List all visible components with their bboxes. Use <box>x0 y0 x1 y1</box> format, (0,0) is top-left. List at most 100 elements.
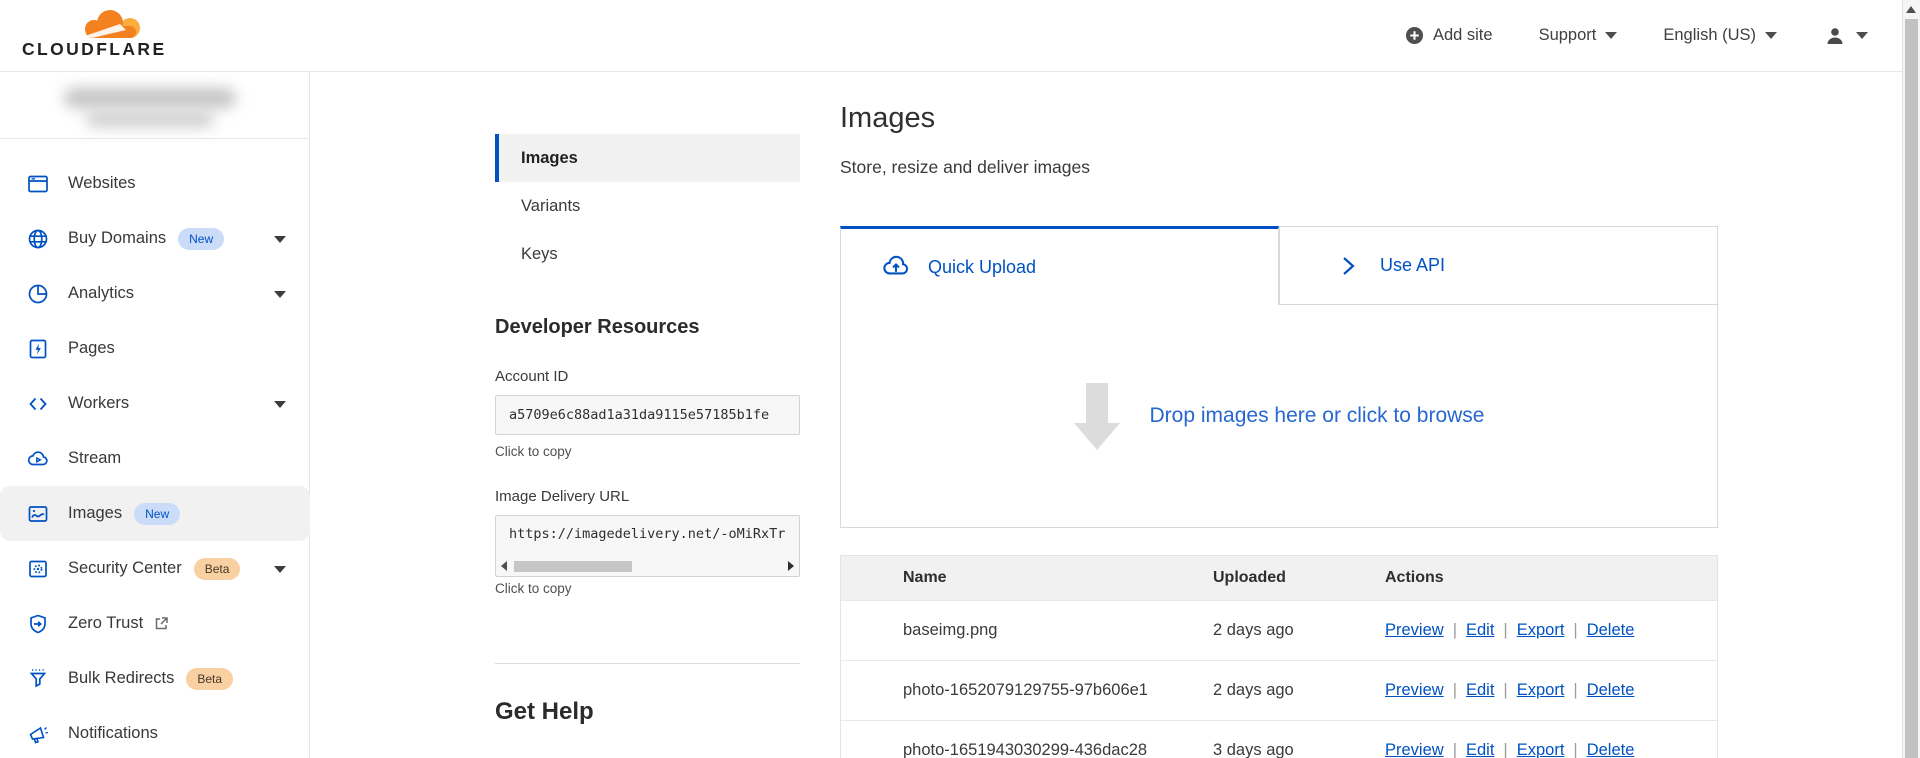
sidebar-item-security-center[interactable]: Security Center Beta <box>0 541 310 596</box>
subnav-list: Images Variants Keys <box>495 134 800 278</box>
image-name: photo-1651943030299-436dac28 <box>903 741 1148 758</box>
export-link[interactable]: Export <box>1517 621 1565 639</box>
table-header: Name Uploaded Actions <box>841 556 1717 600</box>
tab-label: Use API <box>1380 255 1446 275</box>
click-to-copy-hint[interactable]: Click to copy <box>495 581 572 596</box>
sidebar-item-analytics[interactable]: Analytics <box>0 266 310 321</box>
vault-icon <box>29 560 47 577</box>
tab-use-api[interactable]: Use API <box>1279 226 1718 305</box>
tab-label: Quick Upload <box>928 256 1037 277</box>
scroll-left-arrow-icon[interactable] <box>501 561 507 571</box>
subnav-item-keys[interactable]: Keys <box>495 230 800 278</box>
horizontal-scrollbar[interactable] <box>501 560 794 572</box>
sidebar-item-label: Buy Domains <box>68 229 167 247</box>
export-link[interactable]: Export <box>1517 741 1565 758</box>
subnav-item-images[interactable]: Images <box>495 134 800 182</box>
separator: | <box>1503 681 1508 699</box>
redaction-blur <box>64 88 236 108</box>
funnel-icon <box>29 668 47 687</box>
sidebar-item-label: Notifications <box>68 724 158 742</box>
get-help-heading: Get Help <box>495 698 594 725</box>
image-delivery-url-label: Image Delivery URL <box>495 488 630 505</box>
sidebar: Websites Buy Domains New Analytics Pages… <box>0 72 310 758</box>
preview-link[interactable]: Preview <box>1385 681 1444 699</box>
dropzone-text: Drop images here or click to browse <box>1149 404 1485 427</box>
sidebar-item-websites[interactable]: Websites <box>0 156 310 211</box>
separator: | <box>1573 621 1578 639</box>
delete-link[interactable]: Delete <box>1587 621 1635 639</box>
plus-circle-icon <box>1405 26 1424 45</box>
cloud-upload-icon <box>883 255 909 275</box>
images-table: Name Uploaded Actions baseimg.png 2 days… <box>840 555 1718 758</box>
delete-link[interactable]: Delete <box>1587 741 1635 758</box>
separator: | <box>1573 741 1578 758</box>
external-link-icon <box>155 617 168 630</box>
sidebar-item-images[interactable]: Images New <box>0 486 310 541</box>
separator: | <box>1452 621 1457 639</box>
chevron-down-icon[interactable] <box>274 400 286 408</box>
column-header-actions: Actions <box>1385 569 1444 586</box>
sidebar-item-zero-trust[interactable]: Zero Trust <box>0 596 310 651</box>
account-name-redacted[interactable] <box>52 84 262 134</box>
language-menu[interactable]: English (US) <box>1663 26 1777 45</box>
add-site-label: Add site <box>1432 26 1493 44</box>
table-row: photo-1651943030299-436dac28 3 days ago … <box>841 720 1717 758</box>
tab-quick-upload[interactable]: Quick Upload <box>840 226 1279 305</box>
delete-link[interactable]: Delete <box>1587 681 1635 699</box>
account-menu[interactable] <box>1823 24 1868 48</box>
sidebar-nav: Websites Buy Domains New Analytics Pages… <box>0 156 310 758</box>
scroll-right-arrow-icon[interactable] <box>788 561 794 571</box>
sidebar-item-label: Analytics <box>68 284 135 302</box>
chevron-right-icon <box>1343 256 1355 275</box>
sidebar-item-notifications[interactable]: Notifications <box>0 706 310 758</box>
sidebar-item-pages[interactable]: Pages <box>0 321 310 376</box>
cloud-play-icon <box>27 450 48 465</box>
scroll-up-arrow-icon[interactable] <box>1906 6 1916 13</box>
sidebar-item-label: Zero Trust <box>68 614 144 632</box>
separator: | <box>1503 621 1508 639</box>
cloudflare-logo[interactable]: CLOUDFLARE <box>22 6 172 65</box>
new-badge: New <box>178 227 225 250</box>
chevron-down-icon[interactable] <box>274 290 286 298</box>
scrollbar-thumb[interactable] <box>1905 19 1918 758</box>
vertical-scrollbar[interactable] <box>1902 0 1920 758</box>
image-delivery-url-value: https://imagedelivery.net/-oMiRxTr <box>509 526 786 542</box>
header-menu: Add site Support English (US) <box>1405 24 1868 48</box>
edit-link[interactable]: Edit <box>1466 681 1494 699</box>
beta-badge: Beta <box>193 557 241 580</box>
sidebar-item-bulk-redirects[interactable]: Bulk Redirects Beta <box>0 651 310 706</box>
chevron-down-icon[interactable] <box>274 565 286 573</box>
cloudflare-wordmark: CLOUDFLARE <box>22 39 167 59</box>
edit-link[interactable]: Edit <box>1466 621 1494 639</box>
export-link[interactable]: Export <box>1517 681 1565 699</box>
support-menu[interactable]: Support <box>1539 26 1618 45</box>
preview-link[interactable]: Preview <box>1385 741 1444 758</box>
subnav-item-variants[interactable]: Variants <box>495 182 800 230</box>
upload-tabs: Quick Upload Use API <box>840 226 1718 305</box>
uploaded-time: 2 days ago <box>1213 621 1294 639</box>
uploaded-time: 3 days ago <box>1213 741 1294 758</box>
user-icon <box>1827 27 1843 44</box>
scrollbar-thumb[interactable] <box>514 560 632 572</box>
browser-window-icon <box>28 175 48 192</box>
image-delivery-url-box[interactable]: https://imagedelivery.net/-oMiRxTr <box>495 515 800 577</box>
image-dropzone[interactable]: Drop images here or click to browse <box>840 305 1718 528</box>
table-row: baseimg.png 2 days ago Preview | Edit | Expo… <box>841 600 1717 660</box>
cloudflare-dashboard: CLOUDFLARE Add site Support English (US) <box>0 0 1920 758</box>
sidebar-item-buy-domains[interactable]: Buy Domains New <box>0 211 310 266</box>
preview-link[interactable]: Preview <box>1385 621 1444 639</box>
image-name: baseimg.png <box>903 621 998 639</box>
pie-chart-icon <box>28 284 48 303</box>
click-to-copy-hint[interactable]: Click to copy <box>495 444 572 459</box>
megaphone-icon <box>29 726 49 743</box>
add-site-button[interactable]: Add site <box>1405 26 1493 45</box>
new-badge: New <box>134 502 181 525</box>
sidebar-item-stream[interactable]: Stream <box>0 431 310 486</box>
table-row: photo-1652079129755-97b606e1 2 days ago … <box>841 660 1717 720</box>
subnav-item-label: Variants <box>521 196 581 215</box>
chevron-down-icon[interactable] <box>274 235 286 243</box>
sidebar-item-workers[interactable]: Workers <box>0 376 310 431</box>
images-subnav: Images Variants Keys Developer Resources… <box>495 72 800 758</box>
edit-link[interactable]: Edit <box>1466 741 1494 758</box>
account-id-value[interactable]: a5709e6c88ad1a31da9115e57185b1fe <box>495 395 800 435</box>
